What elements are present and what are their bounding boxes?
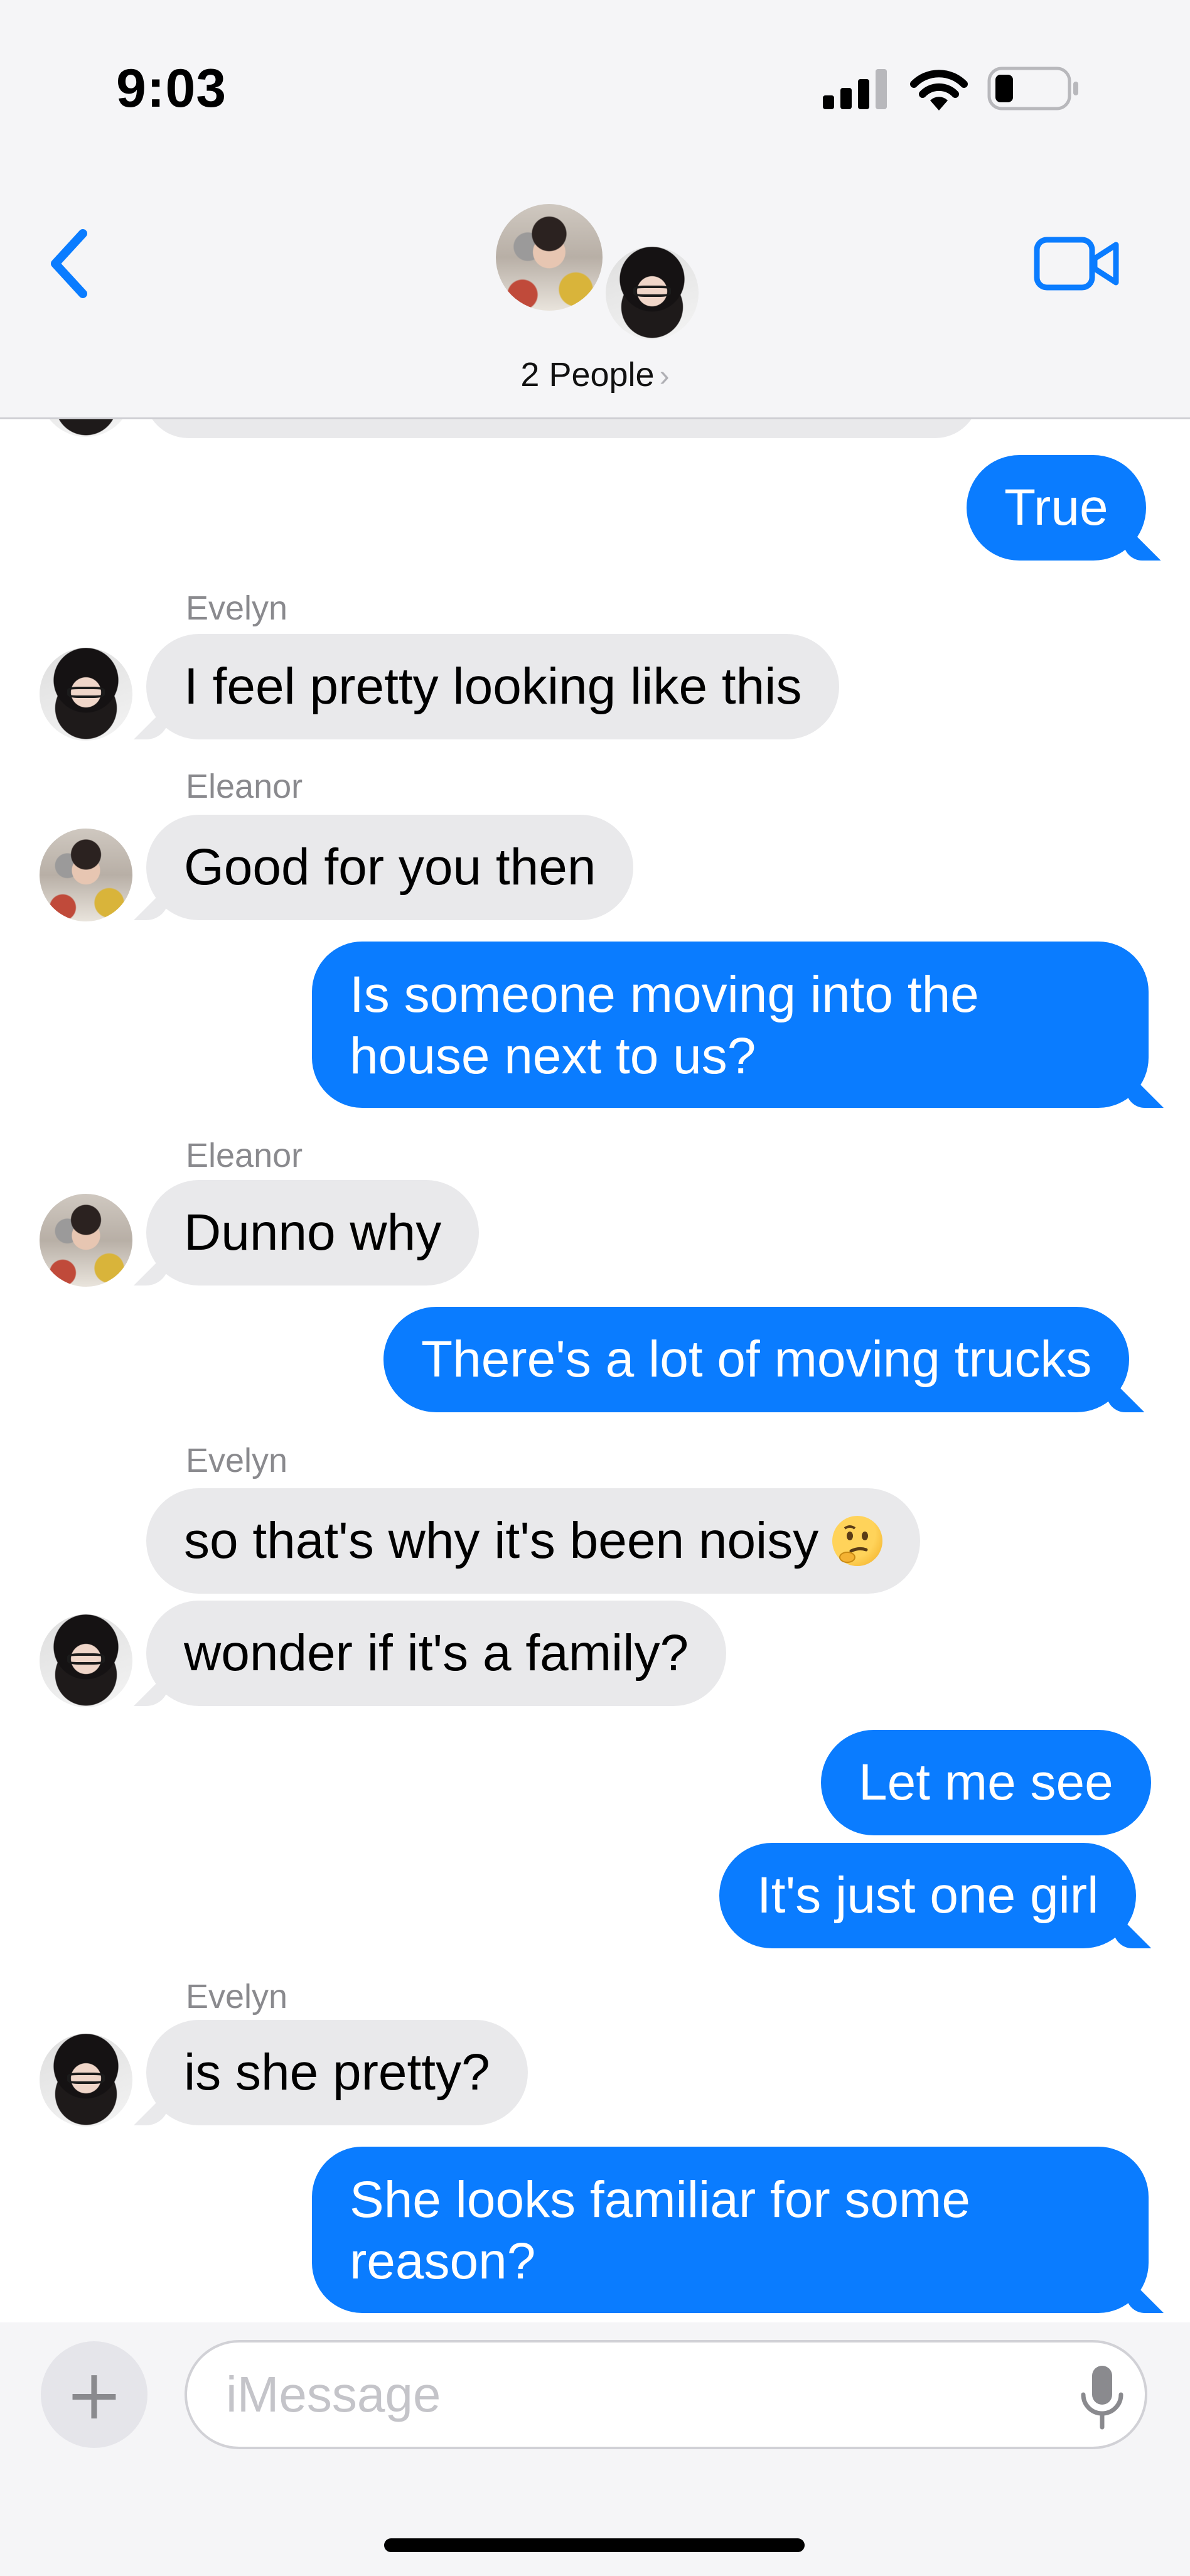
- sender-name: Evelyn: [186, 1442, 288, 1479]
- cellular-signal-icon: [823, 69, 887, 109]
- thinking-face-icon: [832, 1516, 883, 1566]
- status-time: 9:03: [116, 58, 227, 119]
- message-text: so that's why it's been noisy: [184, 1512, 819, 1569]
- chevron-right-icon: ›: [659, 360, 670, 393]
- status-icons: [823, 63, 1093, 113]
- microphone-icon: [1081, 2366, 1123, 2430]
- imessage-input[interactable]: iMessage: [185, 2340, 1147, 2449]
- chevron-left-icon: [51, 229, 87, 298]
- message-incoming: Good for you then: [146, 815, 634, 920]
- avatar-partial: [40, 419, 132, 437]
- avatar-eleanor: [496, 204, 603, 311]
- message-bubble-partial: [144, 419, 979, 438]
- message-composer: + iMessage: [0, 2322, 1190, 2576]
- plus-button[interactable]: +: [41, 2341, 147, 2448]
- message-text: She looks familiar for some reason?: [350, 2171, 970, 2290]
- navigation-header: 9:03 2 People ›: [0, 0, 1190, 419]
- back-button[interactable]: [44, 226, 100, 301]
- facetime-video-button[interactable]: [1033, 232, 1121, 295]
- sender-name: Evelyn: [186, 589, 288, 627]
- message-text: I feel pretty looking like this: [184, 658, 802, 715]
- people-count-label: 2 People: [520, 356, 655, 394]
- message-text: wonder if it's a family?: [184, 1624, 689, 1682]
- message-text: is she pretty?: [184, 2044, 490, 2101]
- message-text: There's a lot of moving trucks: [421, 1331, 1092, 1388]
- message-text: It's just one girl: [757, 1867, 1099, 1924]
- message-outgoing: It's just one girl: [719, 1843, 1137, 1948]
- sender-name: Eleanor: [186, 1137, 303, 1174]
- avatar-evelyn: [40, 648, 132, 741]
- avatar-evelyn: [40, 2034, 132, 2127]
- conversation-avatars[interactable]: [496, 204, 703, 348]
- message-incoming: wonder if it's a family?: [146, 1601, 727, 1706]
- avatar-eleanor: [40, 1194, 132, 1287]
- home-indicator[interactable]: [384, 2538, 805, 2552]
- message-outgoing: Let me see: [821, 1730, 1151, 1835]
- avatar-eleanor: [40, 829, 132, 921]
- message-outgoing: True: [967, 455, 1146, 561]
- plus-icon: +: [65, 2354, 124, 2435]
- sender-name: Eleanor: [186, 768, 303, 805]
- imessage-placeholder: iMessage: [226, 2366, 441, 2422]
- message-text: True: [1004, 479, 1108, 536]
- group-details-link[interactable]: 2 People ›: [0, 355, 1190, 394]
- sender-name: Evelyn: [186, 1978, 288, 2015]
- message-outgoing: She looks familiar for some reason?: [312, 2147, 1149, 2313]
- avatar-evelyn: [40, 1614, 132, 1707]
- video-camera-icon: [1034, 237, 1119, 291]
- message-incoming: Dunno why: [146, 1180, 480, 1285]
- message-text: Dunno why: [184, 1204, 442, 1261]
- battery-icon: [987, 67, 1078, 110]
- message-text: Is someone moving into the house next to…: [350, 966, 979, 1085]
- avatar-evelyn: [606, 247, 699, 340]
- message-incoming: I feel pretty looking like this: [146, 634, 840, 739]
- message-text: Good for you then: [184, 839, 596, 896]
- wifi-icon: [910, 70, 968, 110]
- message-outgoing: There's a lot of moving trucks: [383, 1307, 1130, 1412]
- message-incoming: so that's why it's been noisy: [146, 1488, 921, 1594]
- message-thread[interactable]: True Evelyn I feel pretty looking like t…: [0, 419, 1190, 2322]
- message-text: Let me see: [859, 1754, 1113, 1811]
- message-outgoing: Is someone moving into the house next to…: [312, 942, 1149, 1108]
- message-incoming: is she pretty?: [146, 2020, 528, 2125]
- dictation-button[interactable]: [1077, 2363, 1127, 2432]
